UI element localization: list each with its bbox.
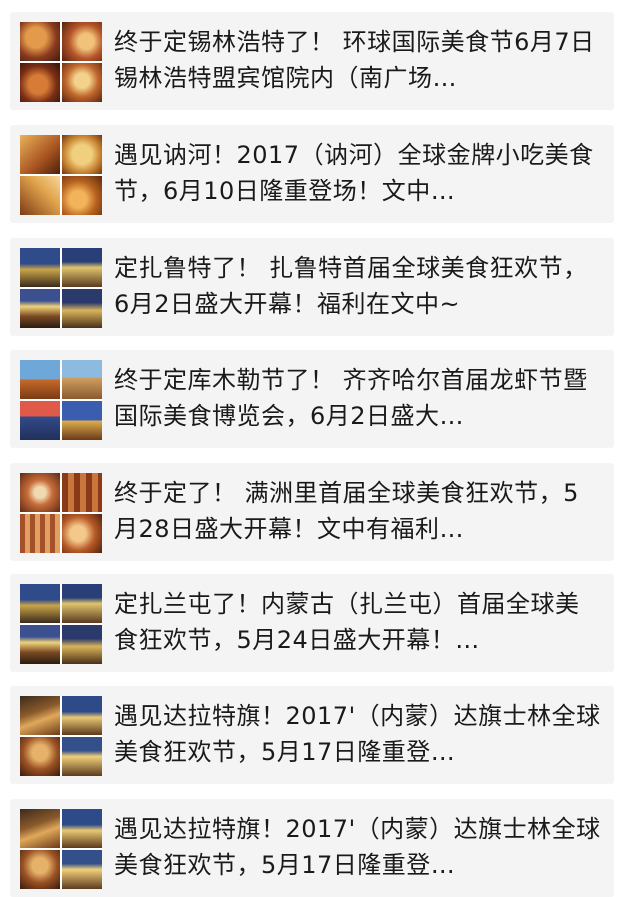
article-thumbnail[interactable] (20, 809, 102, 889)
article-card[interactable]: 遇见讷河！2017（讷河）全球金牌小吃美食节，6月10日隆重登场！文中… (10, 125, 614, 223)
article-thumbnail[interactable] (20, 360, 102, 440)
grill-photo (20, 809, 60, 848)
bbq-photo (62, 473, 102, 512)
article-card[interactable]: 终于定库木勒节了！ 齐齐哈尔首届龙虾节暨国际美食博览会，6月2日盛大… (10, 350, 614, 448)
article-title[interactable]: 定扎兰屯了！内蒙古（扎兰屯）首届全球美食狂欢节，5月24日盛大开幕！… (114, 586, 602, 658)
bbq-photo (62, 514, 102, 553)
grill-photo (62, 809, 102, 848)
festival-photo (20, 360, 60, 399)
night-market-photo (62, 625, 102, 664)
food-photo (62, 22, 102, 61)
article-card[interactable]: 定扎鲁特了！ 扎鲁特首届全球美食狂欢节， 6月2日盛大开幕！福利在文中~ (10, 238, 614, 336)
food-photo (62, 176, 102, 215)
festival-photo (20, 401, 60, 440)
night-market-photo (62, 584, 102, 623)
article-title[interactable]: 定扎鲁特了！ 扎鲁特首届全球美食狂欢节， 6月2日盛大开幕！福利在文中~ (114, 250, 602, 322)
grill-photo (20, 737, 60, 776)
grill-photo (62, 850, 102, 889)
article-thumbnail[interactable] (20, 696, 102, 776)
night-market-photo (20, 248, 60, 287)
night-market-photo (20, 625, 60, 664)
article-title[interactable]: 遇见讷河！2017（讷河）全球金牌小吃美食节，6月10日隆重登场！文中… (114, 137, 602, 209)
article-card[interactable]: 定扎兰屯了！内蒙古（扎兰屯）首届全球美食狂欢节，5月24日盛大开幕！… (10, 574, 614, 672)
article-thumbnail[interactable] (20, 473, 102, 553)
article-title[interactable]: 遇见达拉特旗！2017'（内蒙）达旗士林全球美食狂欢节，5月17日隆重登… (114, 811, 602, 883)
bbq-photo (20, 514, 60, 553)
article-title[interactable]: 遇见达拉特旗！2017'（内蒙）达旗士林全球美食狂欢节，5月17日隆重登… (114, 698, 602, 770)
food-photo (20, 135, 60, 174)
night-market-photo (20, 289, 60, 328)
night-market-photo (62, 248, 102, 287)
grill-photo (20, 850, 60, 889)
grill-photo (20, 696, 60, 735)
grill-photo (62, 737, 102, 776)
night-market-photo (62, 289, 102, 328)
article-title[interactable]: 终于定锡林浩特了！ 环球国际美食节6月7日锡林浩特盟宾馆院内（南广场… (114, 24, 602, 96)
article-card[interactable]: 遇见达拉特旗！2017'（内蒙）达旗士林全球美食狂欢节，5月17日隆重登… (10, 686, 614, 784)
article-title[interactable]: 终于定了！ 满洲里首届全球美食狂欢节，5月28日盛大开幕！文中有福利… (114, 475, 602, 547)
article-card[interactable]: 终于定锡林浩特了！ 环球国际美食节6月7日锡林浩特盟宾馆院内（南广场… (10, 12, 614, 110)
article-title[interactable]: 终于定库木勒节了！ 齐齐哈尔首届龙虾节暨国际美食博览会，6月2日盛大… (114, 362, 602, 434)
festival-photo (62, 401, 102, 440)
food-photo (20, 176, 60, 215)
night-market-photo (20, 584, 60, 623)
article-card[interactable]: 终于定了！ 满洲里首届全球美食狂欢节，5月28日盛大开幕！文中有福利… (10, 463, 614, 561)
bbq-photo (20, 473, 60, 512)
food-photo (62, 63, 102, 102)
article-thumbnail[interactable] (20, 584, 102, 664)
festival-photo (62, 360, 102, 399)
article-card[interactable]: 遇见达拉特旗！2017'（内蒙）达旗士林全球美食狂欢节，5月17日隆重登… (10, 799, 614, 897)
grill-photo (62, 696, 102, 735)
article-thumbnail[interactable] (20, 135, 102, 215)
food-photo (20, 63, 60, 102)
food-photo (20, 22, 60, 61)
article-thumbnail[interactable] (20, 22, 102, 102)
article-thumbnail[interactable] (20, 248, 102, 328)
food-photo (62, 135, 102, 174)
